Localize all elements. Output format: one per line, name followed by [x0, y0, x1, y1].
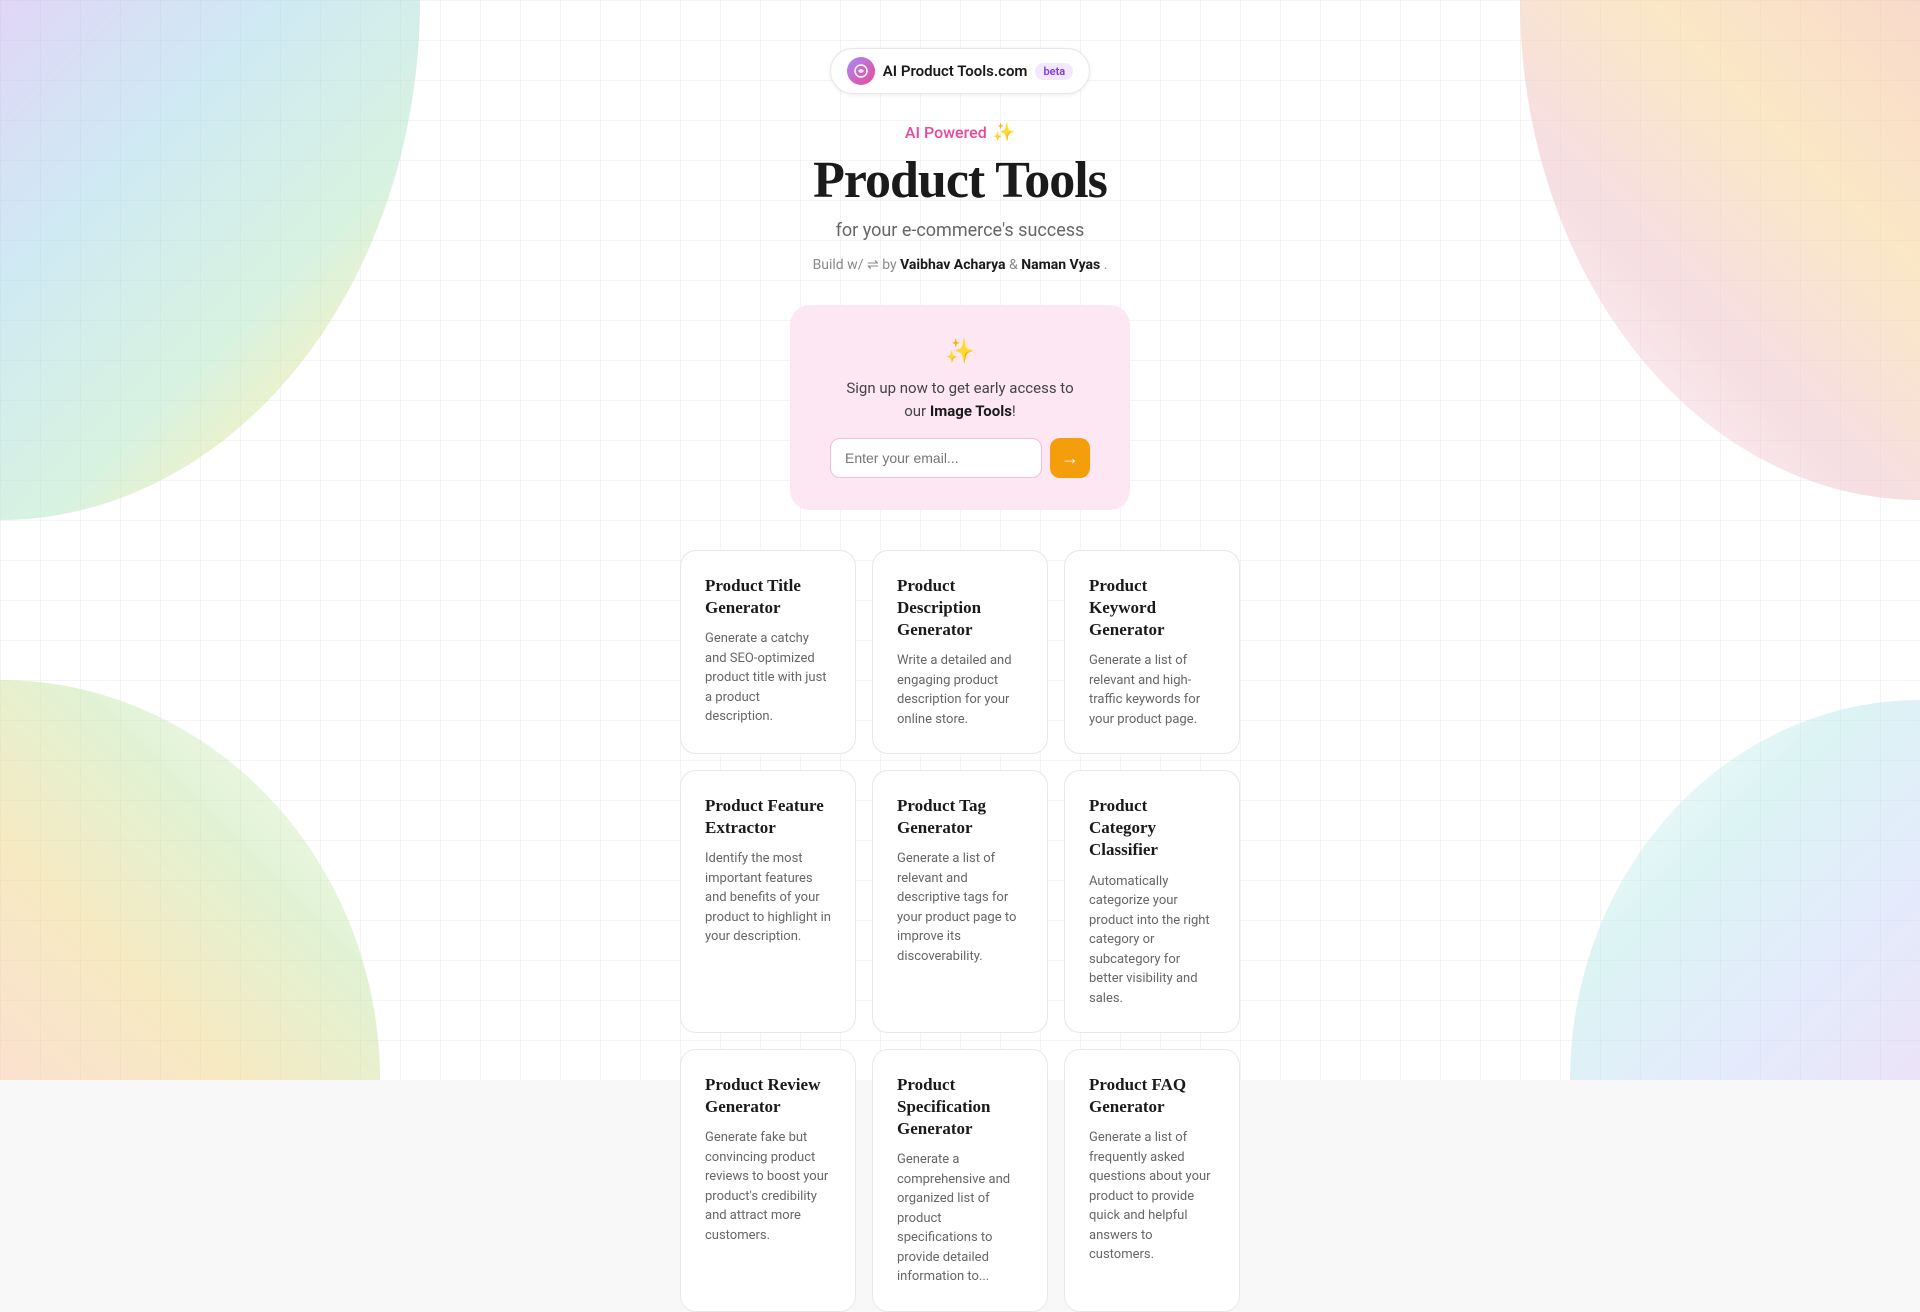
tool-card[interactable]: Product Feature Extractor Identify the mo… — [680, 770, 856, 1033]
ai-powered-text: AI Powered — [905, 123, 987, 142]
ai-powered-label: AI Powered ✨ — [813, 122, 1108, 143]
hero-title: Product Tools — [813, 151, 1108, 210]
hero-subtitle: for your e-commerce's success — [813, 220, 1108, 241]
tool-card-desc: Generate a list of relevant and descript… — [897, 849, 1023, 966]
author1: Vaibhav Acharya — [900, 257, 1005, 273]
signup-text: Sign up now to get early access to our I… — [830, 377, 1090, 422]
email-submit-button[interactable]: → — [1050, 438, 1090, 478]
build-prefix: Build w/ — [813, 257, 864, 273]
signup-line1: Sign up now to get early access to — [846, 379, 1073, 397]
tool-card-title: Product Feature Extractor — [705, 795, 831, 839]
tool-card-desc: Generate a catchy and SEO-optimized prod… — [705, 629, 831, 727]
tool-card-title: Product Specification Generator — [897, 1074, 1023, 1140]
tool-card-title: Product Title Generator — [705, 575, 831, 619]
tool-card-desc: Identify the most important features and… — [705, 849, 831, 947]
tool-card-desc: Generate fake but convincing product rev… — [705, 1128, 831, 1245]
tool-card-desc: Generate a list of relevant and high-tra… — [1089, 651, 1215, 729]
logo-bar: AI Product Tools.com beta — [830, 48, 1090, 94]
tools-grid: Product Title Generator Generate a catchy… — [680, 550, 1240, 1312]
tool-card[interactable]: Product Specification Generator Generate … — [872, 1049, 1048, 1312]
tool-card[interactable]: Product FAQ Generator Generate a list of … — [1064, 1049, 1240, 1312]
tool-card-desc: Automatically categorize your product in… — [1089, 872, 1215, 1009]
signup-sparkle-icon: ✨ — [830, 337, 1090, 365]
signup-exclaim: ! — [1012, 402, 1016, 420]
tool-card-title: Product FAQ Generator — [1089, 1074, 1215, 1118]
tool-card-desc: Generate a comprehensive and organized l… — [897, 1150, 1023, 1287]
build-credit: Build w/ ⇌ by Vaibhav Acharya & Naman Vy… — [813, 257, 1108, 273]
tool-card[interactable]: Product Description Generator Write a det… — [872, 550, 1048, 754]
tool-card-title: Product Description Generator — [897, 575, 1023, 641]
tool-card[interactable]: Product Tag Generator Generate a list of … — [872, 770, 1048, 1033]
period: . — [1104, 257, 1108, 273]
beta-badge: beta — [1035, 63, 1073, 80]
build-icon: ⇌ — [867, 257, 879, 273]
build-by: by — [882, 257, 896, 273]
tool-card-desc: Write a detailed and engaging product de… — [897, 651, 1023, 729]
signup-card: ✨ Sign up now to get early access to our… — [790, 305, 1130, 510]
logo-text: AI Product Tools.com — [883, 62, 1028, 80]
tool-card[interactable]: Product Review Generator Generate fake bu… — [680, 1049, 856, 1312]
tool-card-title: Product Tag Generator — [897, 795, 1023, 839]
signup-image-tools: Image Tools — [930, 402, 1012, 420]
hero-section: AI Powered ✨ Product Tools for your e-co… — [813, 122, 1108, 273]
email-row: → — [830, 438, 1090, 478]
ampersand: & — [1009, 257, 1021, 273]
author2: Naman Vyas — [1021, 257, 1100, 273]
sparkle-icon: ✨ — [993, 122, 1015, 143]
tool-card[interactable]: Product Category Classifier Automatically… — [1064, 770, 1240, 1033]
logo-icon — [847, 57, 875, 85]
tool-card-title: Product Review Generator — [705, 1074, 831, 1118]
signup-line2: our — [904, 402, 930, 420]
email-input[interactable] — [830, 438, 1042, 478]
tool-card-title: Product Keyword Generator — [1089, 575, 1215, 641]
tool-card-desc: Generate a list of frequently asked ques… — [1089, 1128, 1215, 1265]
tool-card-title: Product Category Classifier — [1089, 795, 1215, 861]
tool-card[interactable]: Product Title Generator Generate a catchy… — [680, 550, 856, 754]
submit-arrow-icon: → — [1061, 448, 1079, 469]
tool-card[interactable]: Product Keyword Generator Generate a list… — [1064, 550, 1240, 754]
